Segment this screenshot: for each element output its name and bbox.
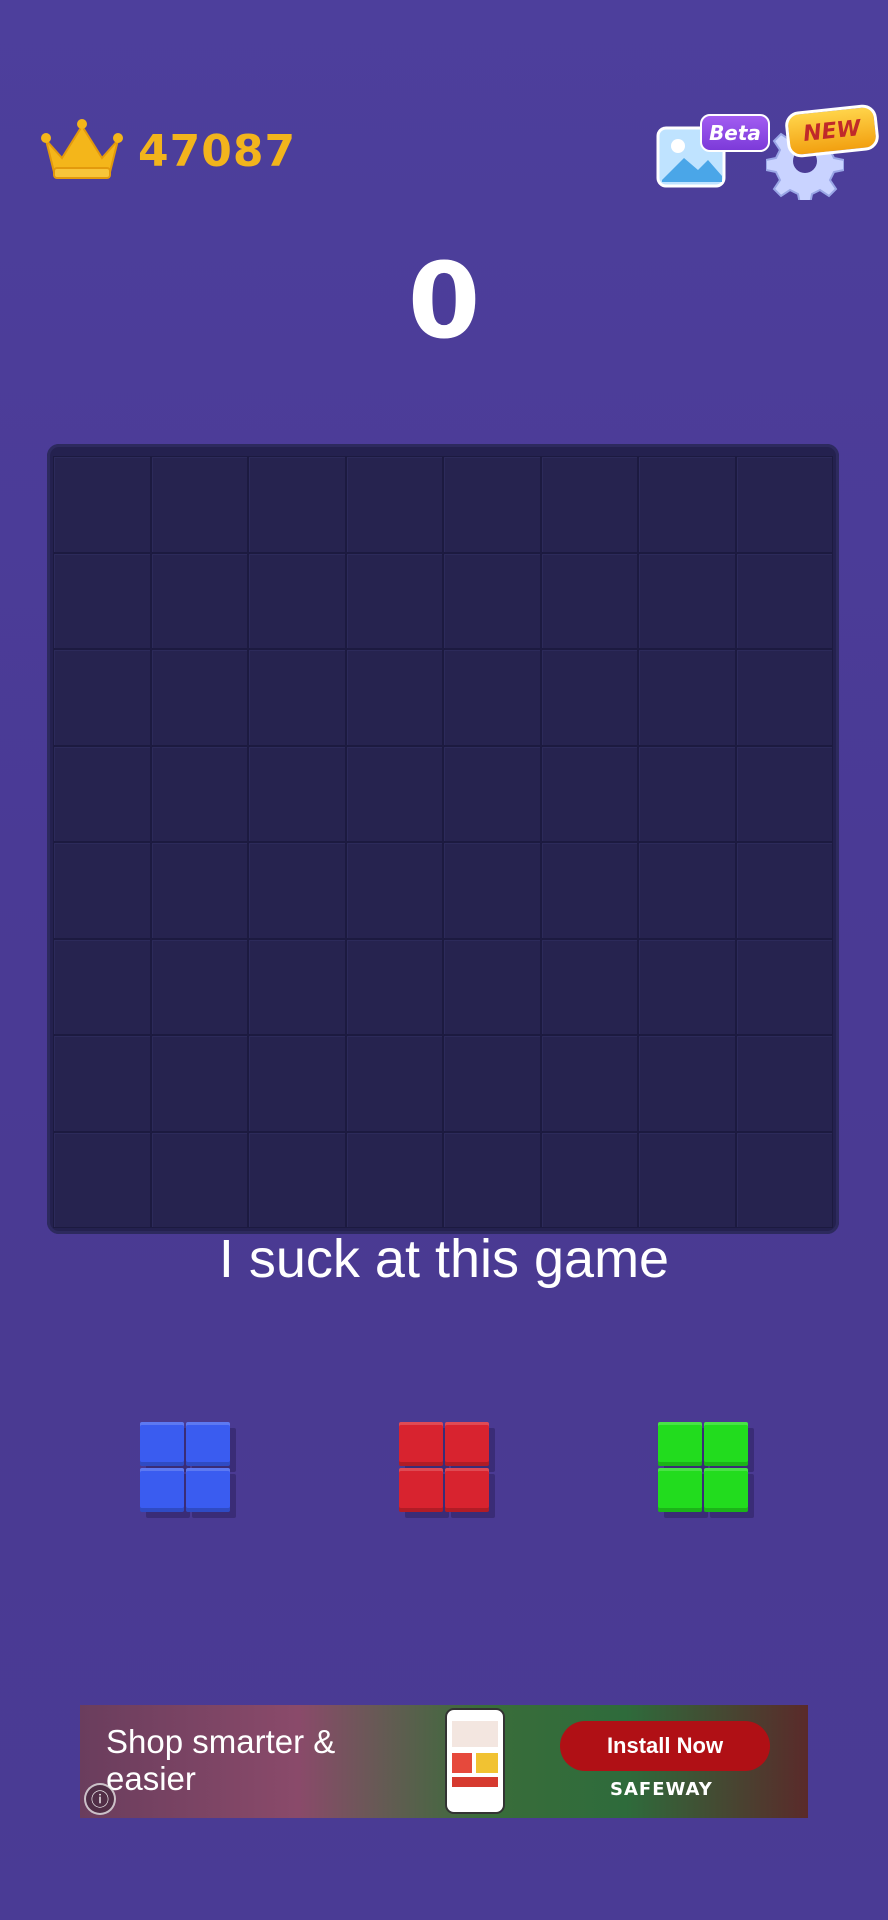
board-cell[interactable] [735,1035,833,1132]
beta-badge: Beta [700,114,770,152]
install-now-button[interactable]: Install Now [560,1721,770,1771]
board-cell[interactable] [638,745,736,842]
board-cell[interactable] [150,1131,248,1228]
board-cell[interactable] [345,1131,443,1228]
board-cell[interactable] [53,938,151,1035]
board-cell[interactable] [248,938,346,1035]
piece-block [658,1422,702,1466]
board-cell[interactable] [735,649,833,746]
board-cell[interactable] [540,1131,638,1228]
board-cell[interactable] [53,1131,151,1228]
board-cell[interactable] [443,745,541,842]
board-cell[interactable] [248,1131,346,1228]
board-cell[interactable] [150,552,248,649]
board-cell[interactable] [540,842,638,939]
board-cell[interactable] [345,552,443,649]
piece-block [658,1468,702,1512]
board-cell[interactable] [735,1131,833,1228]
board-cell[interactable] [345,649,443,746]
board-cell[interactable] [53,649,151,746]
piece-block [704,1422,748,1466]
board-cell[interactable] [53,842,151,939]
board-cell[interactable] [150,1035,248,1132]
board-cell[interactable] [53,456,151,553]
board-cell[interactable] [150,745,248,842]
board-cell[interactable] [345,842,443,939]
board-cell[interactable] [345,1035,443,1132]
board-cell[interactable] [248,1035,346,1132]
board-cell[interactable] [638,456,736,553]
piece-block [399,1468,443,1512]
piece-block [186,1422,230,1466]
board-cell[interactable] [443,649,541,746]
board-cell[interactable] [248,842,346,939]
board-cell[interactable] [540,456,638,553]
piece-red-square[interactable] [399,1422,489,1512]
phone-image [445,1708,505,1814]
board-cell[interactable] [540,649,638,746]
piece-block [445,1468,489,1512]
board-cell[interactable] [443,552,541,649]
piece-block [445,1422,489,1466]
board-cell[interactable] [248,456,346,553]
board-cell[interactable] [443,938,541,1035]
piece-block [140,1468,184,1512]
board-cell[interactable] [150,842,248,939]
board-cell[interactable] [345,745,443,842]
board-cell[interactable] [443,842,541,939]
board-cell[interactable] [345,938,443,1035]
piece-block [704,1468,748,1512]
board-cell[interactable] [638,552,736,649]
board-cell[interactable] [735,842,833,939]
board-cell[interactable] [248,649,346,746]
board-cell[interactable] [735,745,833,842]
crown-icon [41,119,123,179]
board-cell[interactable] [540,1035,638,1132]
piece-blue-square[interactable] [140,1422,230,1512]
info-icon[interactable]: ⓘ [84,1783,116,1815]
board-cell[interactable] [248,745,346,842]
board-cell[interactable] [540,745,638,842]
board-cell[interactable] [53,745,151,842]
board-cell[interactable] [53,1035,151,1132]
best-score: 47087 [138,126,297,177]
piece-block [140,1422,184,1466]
game-board[interactable] [47,444,839,1234]
board-cell[interactable] [735,456,833,553]
ad-headline: Shop smarter & easier [106,1723,336,1797]
ad-banner[interactable]: Shop smarter & easier Install Now SAFEWA… [80,1705,808,1818]
current-score: 0 [407,240,481,362]
board-cell[interactable] [540,552,638,649]
ad-brand-logo: SAFEWAY [610,1779,713,1800]
board-grid [53,456,833,1228]
video-caption: I suck at this game [218,1229,670,1289]
board-cell[interactable] [443,1131,541,1228]
board-cell[interactable] [638,938,736,1035]
piece-green-square[interactable] [658,1422,748,1512]
board-cell[interactable] [638,1131,736,1228]
board-cell[interactable] [248,552,346,649]
board-cell[interactable] [150,938,248,1035]
board-cell[interactable] [638,1035,736,1132]
board-cell[interactable] [638,842,736,939]
board-cell[interactable] [735,552,833,649]
board-cell[interactable] [638,649,736,746]
board-cell[interactable] [345,456,443,553]
board-cell[interactable] [443,1035,541,1132]
board-cell[interactable] [735,938,833,1035]
piece-block [186,1468,230,1512]
piece-block [399,1422,443,1466]
board-cell[interactable] [443,456,541,553]
board-cell[interactable] [150,456,248,553]
board-cell[interactable] [540,938,638,1035]
board-cell[interactable] [150,649,248,746]
new-badge: NEW [783,103,881,159]
board-cell[interactable] [53,552,151,649]
